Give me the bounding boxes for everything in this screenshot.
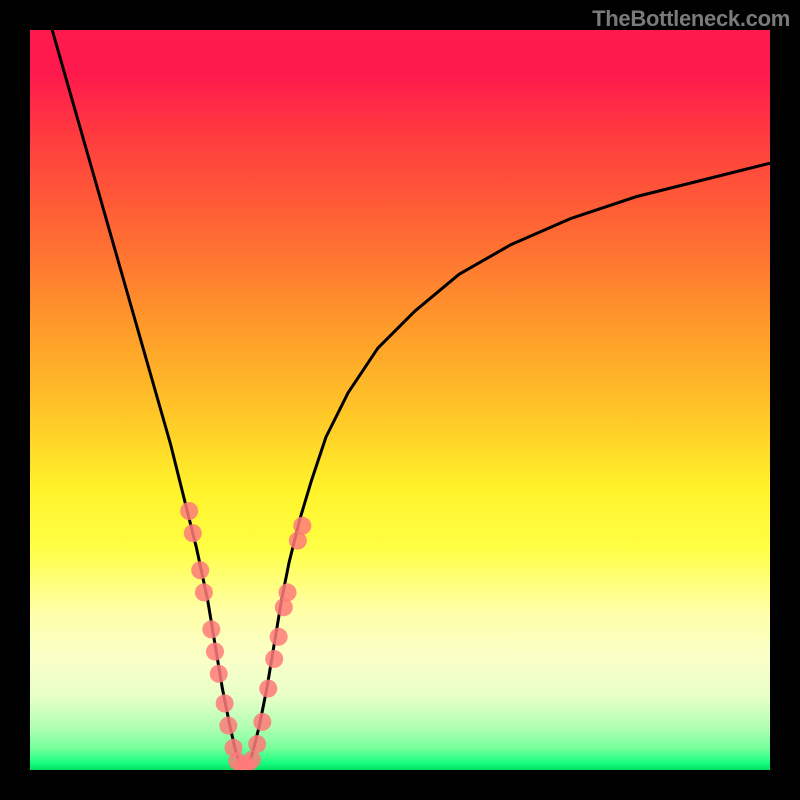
bottleneck-curve-path: [52, 30, 770, 766]
highlight-dot: [184, 524, 202, 542]
highlight-dot: [216, 694, 234, 712]
watermark-text: TheBottleneck.com: [592, 6, 790, 32]
highlight-dot: [195, 583, 213, 601]
highlight-dot: [253, 713, 271, 731]
highlight-dot: [210, 665, 228, 683]
plot-area: [30, 30, 770, 770]
chart-frame: TheBottleneck.com: [0, 0, 800, 800]
highlight-dot: [293, 517, 311, 535]
highlight-dot: [248, 735, 266, 753]
highlight-dot: [180, 502, 198, 520]
highlight-dots: [180, 502, 311, 770]
highlight-dot: [265, 650, 283, 668]
highlight-dot: [202, 620, 220, 638]
highlight-dot: [191, 561, 209, 579]
highlight-dot: [243, 751, 261, 769]
highlight-dot: [279, 583, 297, 601]
bottleneck-curve: [52, 30, 770, 766]
highlight-dot: [206, 643, 224, 661]
highlight-dot: [259, 680, 277, 698]
highlight-dot: [270, 628, 288, 646]
curve-layer: [30, 30, 770, 770]
highlight-dot: [219, 717, 237, 735]
